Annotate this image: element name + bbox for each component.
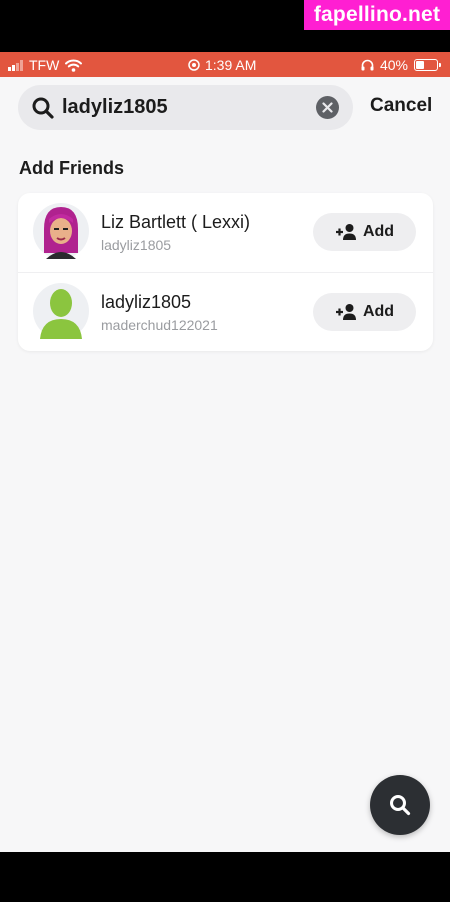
status-time: 1:39 AM [205, 57, 257, 73]
wifi-icon [65, 59, 83, 72]
status-left: TFW [8, 57, 83, 73]
search-fab-button[interactable] [370, 775, 430, 835]
default-ghost-avatar [33, 283, 89, 339]
results-card: Liz Bartlett ( Lexxi) ladyliz1805 Add la… [18, 193, 433, 351]
result-display-name: ladyliz1805 [101, 292, 192, 312]
watermark: fapellino.net [304, 0, 450, 30]
result-display-name: Liz Bartlett ( Lexxi) [101, 212, 251, 232]
bitmoji-avatar [33, 203, 89, 259]
clear-search-button[interactable] [316, 96, 339, 119]
result-username: ladyliz1805 [101, 237, 172, 253]
search-icon [32, 97, 54, 119]
add-friend-icon [335, 224, 356, 240]
headphones-icon [361, 59, 374, 71]
clear-icon [322, 102, 333, 113]
result-username: maderchud122021 [101, 317, 218, 333]
app-screen: TFW 1:39 AM 40% ladyliz1805 Cancel Add F… [0, 52, 450, 852]
battery-fill [416, 61, 424, 69]
search-icon [390, 795, 411, 816]
add-friend-button[interactable]: Add [313, 213, 416, 251]
cancel-button[interactable]: Cancel [370, 95, 432, 117]
add-friend-button[interactable]: Add [313, 293, 416, 331]
battery-icon [414, 59, 441, 71]
status-bar: TFW 1:39 AM 40% [0, 52, 450, 77]
add-button-label: Add [362, 223, 395, 240]
status-center: 1:39 AM [188, 57, 256, 73]
search-input[interactable]: ladyliz1805 [62, 96, 168, 119]
signal-icon [8, 59, 23, 71]
section-title: Add Friends [19, 158, 125, 178]
add-button-label: Add [362, 303, 395, 320]
location-icon [188, 59, 200, 71]
result-row[interactable]: ladyliz1805 maderchud122021 Add [18, 272, 433, 351]
result-row[interactable]: Liz Bartlett ( Lexxi) ladyliz1805 Add [18, 193, 433, 272]
battery-percent: 40% [379, 57, 408, 73]
status-right: 40% [361, 57, 441, 73]
search-bar[interactable]: ladyliz1805 [18, 85, 353, 130]
add-friend-icon [335, 304, 356, 320]
carrier-label: TFW [29, 57, 60, 73]
